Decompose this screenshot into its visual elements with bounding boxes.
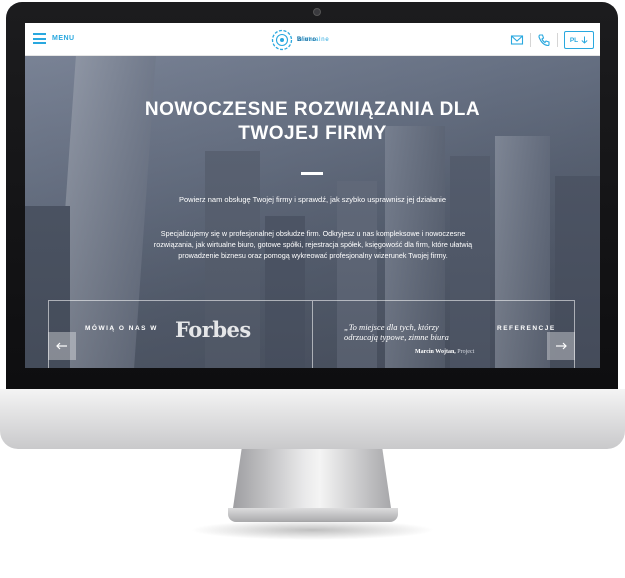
forbes-logo: Forbes: [175, 317, 251, 342]
menu-icon: [33, 33, 46, 44]
logo-icon: [271, 29, 293, 51]
testimonial-quote: „To miejsce dla tych, którzy odrzucają t…: [344, 322, 449, 342]
testimonial-author: Marcin Wojtan, Project: [415, 349, 474, 355]
language-selector[interactable]: PL: [564, 31, 594, 49]
phone-icon[interactable]: [537, 33, 551, 47]
arrow-right-icon: [556, 342, 567, 350]
header-actions: PL: [510, 31, 594, 49]
screen: MENU Wirtualne Biuro PL NOWOCZESNE ROZWI…: [25, 23, 600, 368]
menu-label: MENU: [52, 35, 75, 42]
press-and-testimonial-strip: MÓWIĄ O NAS W Forbes „To miejsce dla tyc…: [48, 300, 575, 368]
references-link[interactable]: REFERENCJE: [497, 325, 556, 332]
logo-text: Wirtualne Biuro: [297, 37, 330, 44]
language-label: PL: [569, 36, 579, 44]
divider: [530, 33, 531, 47]
hero-section: NOWOCZESNE ROZWIĄZANIA DLA TWOJEJ FIRMY …: [25, 56, 600, 368]
site-logo[interactable]: Wirtualne Biuro: [271, 29, 330, 51]
monitor-chin: [0, 389, 625, 449]
hero-title: NOWOCZESNE ROZWIĄZANIA DLA TWOJEJ FIRMY: [144, 99, 481, 144]
author-company: Project: [457, 349, 475, 355]
author-name: Marcin Wojtan,: [415, 349, 456, 355]
carousel-next-button[interactable]: [547, 332, 575, 360]
press-label: MÓWIĄ O NAS W: [85, 325, 158, 332]
divider: [557, 33, 558, 47]
monitor-shadow: [190, 520, 435, 540]
strip-divider: [312, 301, 313, 368]
mail-icon[interactable]: [510, 33, 524, 47]
logo-line-2: Biuro: [297, 36, 317, 43]
monitor-stand: [232, 449, 392, 515]
menu-button[interactable]: MENU: [33, 33, 75, 44]
carousel-prev-button[interactable]: [48, 332, 76, 360]
hero-divider: [301, 172, 323, 175]
hero-description: Specjalizujemy się w profesjonalnej obsł…: [153, 229, 473, 260]
arrow-down-icon: [581, 36, 588, 44]
top-navigation-bar: MENU Wirtualne Biuro PL: [25, 23, 600, 56]
camera: [313, 8, 321, 16]
hero-subtitle: Powierz nam obsługę Twojej firmy i spraw…: [178, 195, 447, 204]
arrow-left-icon: [56, 342, 67, 350]
